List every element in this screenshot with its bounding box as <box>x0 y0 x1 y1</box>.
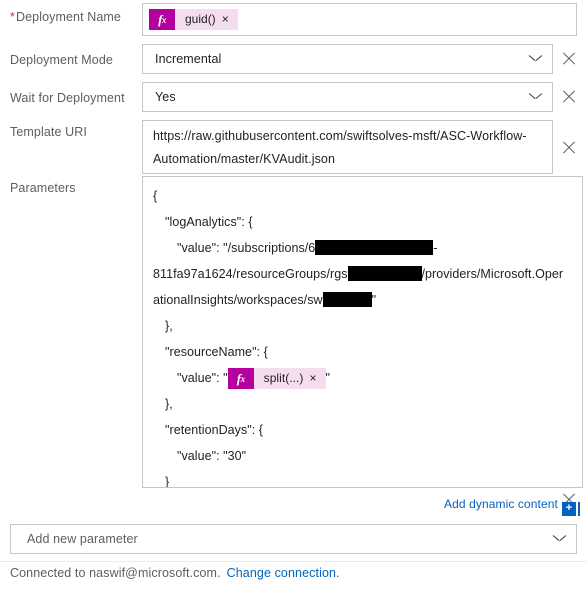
parameters-line: "value": "/subscriptions/6 - <box>153 235 572 261</box>
add-new-parameter-placeholder: Add new parameter <box>27 532 138 546</box>
parameters-text: "resourceName": { <box>165 345 268 359</box>
parameters-line: "value": " f x split(...) × " <box>153 365 572 391</box>
dropdown-deployment-mode[interactable]: Incremental <box>142 44 553 74</box>
parameters-line: "logAnalytics": { <box>153 209 572 235</box>
token-chip-label: guid() <box>185 12 216 26</box>
parameters-text: "logAnalytics": { <box>165 215 253 229</box>
dropdown-deployment-mode-value: Incremental <box>155 52 222 66</box>
parameters-line: "resourceName": { <box>153 339 572 365</box>
token-chip-remove-icon[interactable]: × <box>221 9 238 30</box>
input-deployment-name[interactable]: fx guid() × <box>142 3 577 36</box>
parameters-line: }, <box>153 391 572 417</box>
template-uri-line-2: Automation/master/KVAudit.json <box>153 152 336 166</box>
parameters-lines: { "logAnalytics": { "value": "/subscriptio… <box>153 183 572 488</box>
fx-icon: fx <box>149 9 175 30</box>
parameters-text: ationalInsights/workspaces/sw <box>153 293 323 307</box>
parameters-text: }, <box>165 319 173 333</box>
parameters-line: { <box>153 183 572 209</box>
label-parameters: Parameters <box>10 181 76 195</box>
parameters-text: /providers/Microsoft.Oper <box>421 267 564 281</box>
connection-status-text: Connected to naswif@microsoft.com. <box>10 566 221 580</box>
footer-divider <box>0 561 587 562</box>
dropdown-wait-for-deployment-value: Yes <box>155 90 176 104</box>
form-row-template-uri: Template URI https://raw.githubuserconte… <box>0 120 587 176</box>
parameters-text: { <box>153 189 158 203</box>
delete-template-uri-icon[interactable] <box>561 140 577 156</box>
parameters-line: } <box>153 469 572 488</box>
template-uri-line-1: https://raw.githubusercontent.com/swifts… <box>153 129 527 143</box>
dropdown-add-new-parameter[interactable]: Add new parameter <box>10 524 577 554</box>
form-row-wait-for-deployment: Wait for Deployment Yes <box>0 82 587 120</box>
redaction-bar <box>322 292 372 308</box>
parameters-text: "retentionDays": { <box>165 423 264 437</box>
dropdown-wait-for-deployment[interactable]: Yes <box>142 82 553 112</box>
parameters-text: "value": "30" <box>177 449 247 463</box>
parameters-text: " <box>325 371 331 385</box>
token-chip-split[interactable]: f x split(...) × <box>227 368 326 390</box>
chevron-down-icon[interactable] <box>529 93 542 101</box>
token-chip-guid[interactable]: fx guid() × <box>149 9 238 30</box>
change-connection-link[interactable]: Change connection. <box>227 566 340 580</box>
parameters-line: "value": "30" <box>153 443 572 469</box>
add-dynamic-content-button[interactable]: Add dynamic content + <box>444 497 580 516</box>
redaction-bar <box>315 240 434 256</box>
add-dynamic-content-label: Add dynamic content <box>444 497 558 511</box>
parameters-text: "value": "/subscriptions/6 <box>177 241 316 255</box>
chevron-down-icon[interactable] <box>529 55 542 63</box>
code-editor-parameters[interactable]: { "logAnalytics": { "value": "/subscriptio… <box>142 176 583 488</box>
token-chip-label: split(...) <box>263 371 304 386</box>
label-template-uri: Template URI <box>10 125 87 139</box>
parameters-line: ationalInsights/workspaces/sw " <box>153 287 572 313</box>
connection-status: Connected to naswif@microsoft.com. Change… <box>10 566 340 580</box>
token-chip-remove-icon[interactable]: × <box>308 368 325 389</box>
add-dynamic-content-icon[interactable]: + <box>561 502 580 516</box>
form-row-deployment-mode: Deployment Mode Incremental <box>0 44 587 82</box>
parameters-line: 811fa97a1624/resourceGroups/rgs/provider… <box>153 261 572 287</box>
delete-wait-for-deployment-icon[interactable] <box>561 89 577 105</box>
parameters-text: 811fa97a1624/resourceGroups/rgs <box>153 267 348 281</box>
parameters-line: "retentionDays": { <box>153 417 572 443</box>
parameters-text: "value": " <box>177 371 228 385</box>
parameters-text: } <box>165 475 170 488</box>
parameters-line: }, <box>153 313 572 339</box>
parameters-text: }, <box>165 397 173 411</box>
label-deployment-mode: Deployment Mode <box>10 53 113 67</box>
label-wait-for-deployment: Wait for Deployment <box>10 91 125 105</box>
chevron-down-icon[interactable] <box>553 535 566 543</box>
input-template-uri[interactable]: https://raw.githubusercontent.com/swifts… <box>142 120 553 174</box>
label-deployment-name: *Deployment Name <box>10 10 121 24</box>
required-asterisk: * <box>10 10 15 24</box>
form-row-parameters: Parameters {"logAnalytics": {"value": "/… <box>0 176 587 496</box>
resource-group-deployment-form: *Deployment Name fx guid() × Deployment … <box>0 0 587 599</box>
form-row-deployment-name: *Deployment Name fx guid() × <box>0 0 587 44</box>
delete-deployment-mode-icon[interactable] <box>561 51 577 67</box>
fx-icon: fx <box>227 368 254 390</box>
redaction-bar <box>347 266 422 282</box>
parameters-text: " <box>371 293 377 307</box>
parameters-text: - <box>433 241 438 255</box>
